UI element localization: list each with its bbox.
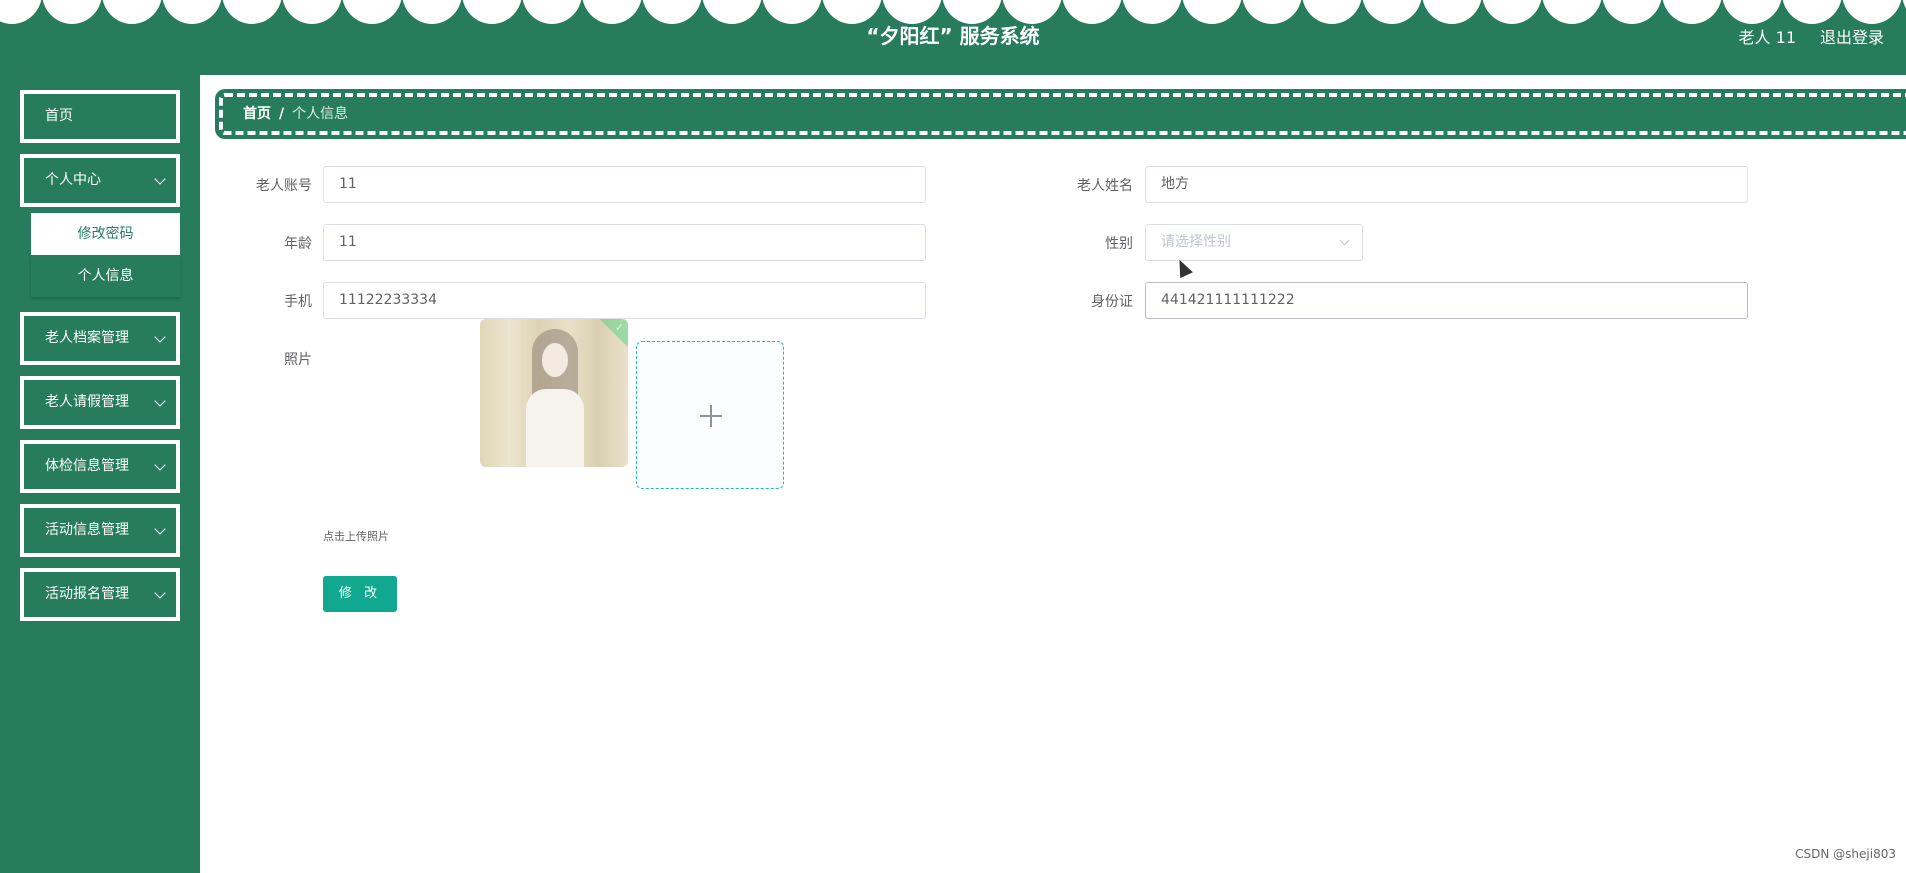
id-card-input[interactable]: 441421111111222 bbox=[1145, 282, 1748, 319]
logout-link[interactable]: 退出登录 bbox=[1820, 24, 1884, 48]
chevron-down-icon bbox=[154, 523, 166, 535]
photo-upload-button[interactable] bbox=[636, 341, 784, 489]
chevron-down-icon bbox=[154, 173, 166, 185]
sidebar-item-label: 首页 bbox=[45, 108, 73, 124]
chevron-down-icon bbox=[154, 587, 166, 599]
chevron-down-icon bbox=[1339, 235, 1350, 246]
sidebar: 首页 个人中心 修改密码 个人信息 老人档案管理 老人请假管理 体检信息管理 活… bbox=[0, 75, 200, 873]
breadcrumb-separator: / bbox=[279, 106, 285, 122]
age-label: 年龄 bbox=[284, 236, 312, 252]
sidebar-item-activity-signup[interactable]: 活动报名管理 bbox=[20, 568, 180, 621]
account-label: 老人账号 bbox=[256, 178, 312, 194]
sidebar-subitem-personal-info[interactable]: 个人信息 bbox=[31, 255, 180, 297]
sidebar-item-activity-info[interactable]: 活动信息管理 bbox=[20, 504, 180, 557]
chevron-down-icon bbox=[154, 395, 166, 407]
chevron-down-icon bbox=[154, 331, 166, 343]
current-user: 老人 11 bbox=[1738, 28, 1796, 47]
gender-label: 性别 bbox=[1105, 236, 1133, 252]
sidebar-item-label: 体检信息管理 bbox=[45, 458, 129, 474]
sidebar-item-label: 活动信息管理 bbox=[45, 522, 129, 538]
breadcrumb: 首页 / 个人信息 bbox=[215, 89, 1906, 139]
sidebar-item-elder-leave[interactable]: 老人请假管理 bbox=[20, 376, 180, 429]
breadcrumb-frame: 首页 / 个人信息 bbox=[219, 93, 1906, 135]
uploaded-photo-thumbnail[interactable]: ✓ bbox=[480, 319, 628, 467]
phone-input[interactable]: 11122233334 bbox=[323, 282, 926, 319]
id-card-label: 身份证 bbox=[1091, 294, 1133, 310]
breadcrumb-home[interactable]: 首页 bbox=[243, 106, 271, 122]
sidebar-item-home[interactable]: 首页 bbox=[20, 90, 180, 143]
phone-label: 手机 bbox=[284, 294, 312, 310]
sidebar-item-checkup-info[interactable]: 体检信息管理 bbox=[20, 440, 180, 493]
system-title: “夕阳红” 服务系统 bbox=[866, 24, 1040, 48]
chevron-down-icon bbox=[154, 459, 166, 471]
sidebar-item-personal-center[interactable]: 个人中心 bbox=[20, 154, 180, 207]
sidebar-item-label: 活动报名管理 bbox=[45, 586, 129, 602]
sidebar-item-elder-records[interactable]: 老人档案管理 bbox=[20, 312, 180, 365]
watermark: CSDN @sheji803 bbox=[1795, 847, 1896, 861]
sidebar-item-label: 个人中心 bbox=[45, 172, 101, 188]
sidebar-item-label: 老人请假管理 bbox=[45, 394, 129, 410]
age-input[interactable]: 11 bbox=[323, 224, 926, 261]
photo-label: 照片 bbox=[284, 352, 312, 368]
check-icon: ✓ bbox=[614, 321, 624, 334]
sidebar-item-label: 老人档案管理 bbox=[45, 330, 129, 346]
top-header: “夕阳红” 服务系统 老人 11 退出登录 bbox=[0, 0, 1906, 75]
submit-button[interactable]: 修 改 bbox=[323, 576, 397, 612]
gender-placeholder: 请选择性别 bbox=[1161, 234, 1231, 250]
breadcrumb-current: 个人信息 bbox=[292, 106, 349, 122]
name-label: 老人姓名 bbox=[1077, 178, 1133, 194]
gender-select[interactable]: 请选择性别 bbox=[1145, 224, 1363, 261]
sidebar-subitem-change-password[interactable]: 修改密码 bbox=[31, 213, 180, 255]
account-input[interactable]: 11 bbox=[323, 166, 926, 203]
upload-tip: 点击上传照片 bbox=[323, 530, 389, 543]
name-input[interactable]: 地方 bbox=[1145, 166, 1748, 203]
